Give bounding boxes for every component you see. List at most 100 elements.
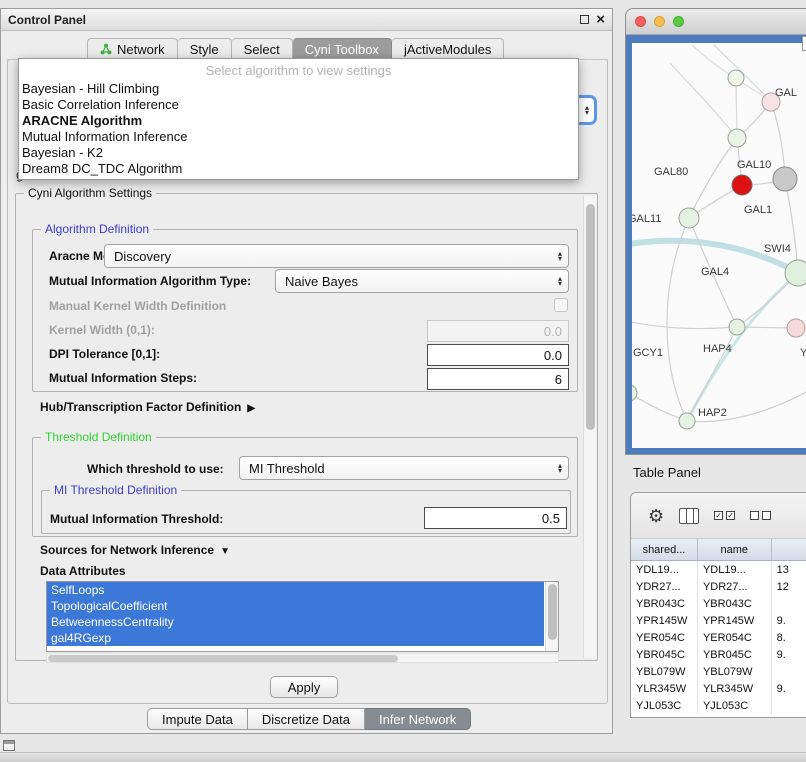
- attributes-list: SelfLoops TopologicalCoefficient Between…: [46, 581, 559, 652]
- attribute-item[interactable]: SelfLoops: [47, 582, 544, 598]
- mi-threshold-group: MI Threshold Definition Mutual Informati…: [41, 490, 571, 534]
- sources-section-label: Sources for Network Inference: [40, 543, 214, 557]
- table-row[interactable]: YBR045C YBR045C 9.: [631, 646, 806, 663]
- mi-steps-field[interactable]: 6: [427, 368, 569, 390]
- node-label: Y: [800, 347, 806, 359]
- status-bar: [0, 752, 806, 762]
- scrollbar-thumb[interactable]: [48, 655, 398, 662]
- bottom-tab-discretize-data[interactable]: Discretize Data: [248, 708, 365, 730]
- node-green-a[interactable]: [728, 129, 746, 147]
- threshold-definition-group: Threshold Definition Which threshold to …: [32, 437, 578, 537]
- tab-network[interactable]: Network: [87, 38, 178, 60]
- scrollbar-thumb[interactable]: [586, 204, 595, 430]
- mi-steps-label: Mutual Information Steps:: [49, 371, 197, 385]
- node-green-d[interactable]: [679, 413, 695, 429]
- gear-icon[interactable]: ⚙: [648, 507, 664, 525]
- deselect-all-icon[interactable]: [750, 511, 771, 520]
- scrollbar-thumb[interactable]: [548, 584, 557, 640]
- which-threshold-combobox[interactable]: MI Threshold ▴▾: [239, 456, 569, 480]
- table-row[interactable]: YPR145W YPR145W 9.: [631, 612, 806, 629]
- node-pink-right[interactable]: [787, 319, 805, 337]
- tab-label: Network: [117, 42, 165, 57]
- attribute-item[interactable]: BetweennessCentrality: [47, 614, 544, 630]
- table-row[interactable]: YDL19... YDL19... 13: [631, 561, 806, 578]
- attribute-item[interactable]: TopologicalCoefficient: [47, 598, 544, 614]
- hub-section-label: Hub/Transcription Factor Definition: [40, 400, 241, 414]
- expanded-arrow-icon: ▼: [220, 546, 230, 557]
- data-attributes-label: Data Attributes: [40, 564, 126, 578]
- float-window-icon[interactable]: [580, 15, 589, 24]
- attributes-list-scrollbar[interactable]: [545, 582, 558, 651]
- table-row[interactable]: YDR27... YDR27... 12: [631, 578, 806, 595]
- table-row[interactable]: YBL079W YBL079W: [631, 663, 806, 680]
- window-title: Control Panel: [8, 13, 86, 27]
- node-gray[interactable]: [773, 167, 797, 191]
- node-label: GAL: [775, 87, 797, 99]
- manual-kernel-checkbox[interactable]: [554, 298, 568, 312]
- dropdown-option[interactable]: Bayesian - K2: [19, 145, 578, 161]
- aracne-mode-combobox[interactable]: Discovery ▴▾: [104, 244, 569, 268]
- column-header[interactable]: name: [698, 539, 772, 560]
- network-canvas[interactable]: GAL GAL80 GAL10 GAL11 GAL1 SWI4 GAL4 GCY…: [632, 43, 806, 448]
- dropdown-option[interactable]: Mutual Information Inference: [19, 129, 578, 145]
- node-green-left[interactable]: [632, 385, 637, 401]
- node-label: SWI4: [764, 243, 791, 255]
- tab-cyni-toolbox[interactable]: Cyni Toolbox: [293, 38, 392, 60]
- node-label: HAP2: [698, 407, 727, 419]
- close-window-icon[interactable]: ×: [596, 14, 605, 26]
- sources-section-toggle[interactable]: Sources for Network Inference ▼: [40, 543, 230, 557]
- network-graph: GAL GAL80 GAL10 GAL11 GAL1 SWI4 GAL4 GCY…: [632, 43, 806, 448]
- collapsed-arrow-icon: ▶: [247, 403, 255, 414]
- mi-type-label: Mutual Information Algorithm Type:: [49, 274, 251, 288]
- node-label: GCY1: [633, 347, 663, 359]
- window-buttons: ×: [580, 14, 605, 26]
- traffic-light-zoom-icon[interactable]: [673, 16, 684, 27]
- dropdown-option[interactable]: Dream8 DC_TDC Algorithm: [19, 161, 578, 177]
- table-panel-window: ⚙ ✓ ✓ shared... name YDL19... YDL19... 1…: [630, 492, 806, 718]
- traffic-light-minimize-icon[interactable]: [654, 16, 665, 27]
- dropdown-placeholder: Select algorithm to view settings: [19, 61, 578, 81]
- column-header[interactable]: [772, 539, 806, 560]
- node-red[interactable]: [732, 175, 752, 195]
- dpi-tolerance-field[interactable]: 0.0: [427, 344, 569, 366]
- combo-arrows-icon: ▴▾: [558, 251, 562, 261]
- node-big-green[interactable]: [785, 260, 806, 286]
- table-row[interactable]: YLR345W YLR345W 9.: [631, 680, 806, 697]
- algorithm-definition-title: Algorithm Definition: [41, 222, 153, 236]
- minimized-panel-icon[interactable]: [3, 740, 15, 751]
- column-header[interactable]: shared...: [631, 539, 698, 560]
- node-pale-top[interactable]: [728, 70, 744, 86]
- table-row[interactable]: YBR043C YBR043C: [631, 595, 806, 612]
- attributes-list-hscrollbar[interactable]: [46, 653, 559, 663]
- mi-threshold-field[interactable]: 0.5: [424, 507, 567, 529]
- node-green-b[interactable]: [679, 208, 699, 228]
- select-all-icon[interactable]: ✓ ✓: [714, 511, 735, 520]
- table-row[interactable]: YJL053C YJL053C: [631, 697, 806, 714]
- dropdown-option-selected[interactable]: ARACNE Algorithm: [19, 113, 578, 129]
- combo-arrows-icon: ▴▾: [585, 105, 589, 115]
- mi-type-combobox[interactable]: Naive Bayes ▴▾: [275, 269, 569, 293]
- node-label: GAL11: [632, 213, 661, 225]
- tab-select[interactable]: Select: [232, 38, 293, 60]
- bottom-tab-infer-network[interactable]: Infer Network: [365, 708, 471, 730]
- dropdown-option[interactable]: Bayesian - Hill Climbing: [19, 81, 578, 97]
- tab-label: Cyni Toolbox: [305, 42, 379, 57]
- columns-icon[interactable]: [679, 508, 699, 524]
- kernel-width-field: 0.0: [427, 320, 569, 342]
- apply-button[interactable]: Apply: [270, 676, 338, 698]
- bottom-tab-impute-data[interactable]: Impute Data: [147, 708, 248, 730]
- table-row[interactable]: YER054C YER054C 8.: [631, 629, 806, 646]
- attribute-item[interactable]: gal4RGexp: [47, 630, 544, 646]
- dropdown-option[interactable]: Basic Correlation Inference: [19, 97, 578, 113]
- node-label: GAL10: [737, 159, 771, 171]
- hub-section-toggle[interactable]: Hub/Transcription Factor Definition ▶: [40, 400, 255, 414]
- node-green-c[interactable]: [729, 319, 745, 335]
- control-panel-titlebar: Control Panel ×: [1, 9, 612, 31]
- table-header-row: shared... name: [631, 539, 806, 561]
- tab-bar: Network Style Select Cyni Toolbox jActiv…: [87, 38, 504, 60]
- settings-scrollbar[interactable]: [583, 196, 596, 658]
- tab-jactivemodules[interactable]: jActiveModules: [392, 38, 504, 60]
- tab-style[interactable]: Style: [178, 38, 232, 60]
- traffic-light-close-icon[interactable]: [635, 16, 646, 27]
- combo-arrows-icon: ▴▾: [558, 276, 562, 286]
